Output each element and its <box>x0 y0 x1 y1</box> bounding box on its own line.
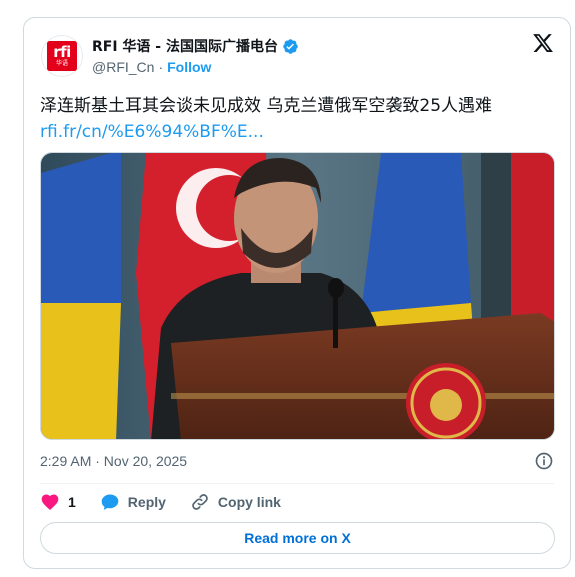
separator-dot: · <box>158 59 164 75</box>
like-button[interactable]: 1 <box>40 492 76 512</box>
tweet-timestamp[interactable]: 2:29 AM · Nov 20, 2025 <box>40 453 187 469</box>
logo-text: rfi <box>53 43 71 61</box>
avatar[interactable]: rfi 华语 <box>41 35 83 77</box>
reply-label: Reply <box>127 494 166 510</box>
tweet-text: 泽连斯基土耳其会谈未见成效 乌克兰遭俄军空袭致25人遇难 rfi.fr/cn/%… <box>40 93 560 145</box>
author-display-name[interactable]: RFI 华语 - 法国国际广播电台 <box>92 36 278 56</box>
info-icon[interactable] <box>534 451 554 471</box>
reply-button[interactable]: Reply <box>100 492 166 512</box>
link-icon <box>192 494 208 510</box>
author-handle[interactable]: @RFI_Cn <box>92 59 154 75</box>
press-conference-photo <box>41 153 554 439</box>
logo-subtext: 华语 <box>55 60 68 67</box>
copy-link-label: Copy link <box>217 494 281 510</box>
embedded-tweet-card: rfi 华语 RFI 华语 - 法国国际广播电台 @RFI_Cn · Follo… <box>23 17 571 569</box>
follow-button[interactable]: Follow <box>167 59 211 75</box>
heart-icon <box>41 494 59 510</box>
tweet-body: 泽连斯基土耳其会谈未见成效 乌克兰遭俄军空袭致25人遇难 <box>40 96 493 116</box>
author-handle-row: @RFI_Cn · Follow <box>92 59 211 75</box>
rfi-logo: rfi 华语 <box>47 41 77 71</box>
read-more-button[interactable]: Read more on X <box>40 522 555 554</box>
divider <box>40 483 554 484</box>
copy-link-button[interactable]: Copy link <box>190 492 281 512</box>
author-name-row: RFI 华语 - 法国国际广播电台 <box>92 36 299 56</box>
x-logo-icon[interactable] <box>532 32 554 54</box>
tweet-link[interactable]: rfi.fr/cn/%E6%94%BF%E... <box>40 122 264 142</box>
verified-badge-icon <box>282 38 299 55</box>
tweet-photo[interactable] <box>40 152 555 440</box>
tweet-actions: 1 Reply Copy link <box>40 492 305 512</box>
reply-bubble-icon <box>101 494 119 510</box>
like-count: 1 <box>68 494 76 510</box>
